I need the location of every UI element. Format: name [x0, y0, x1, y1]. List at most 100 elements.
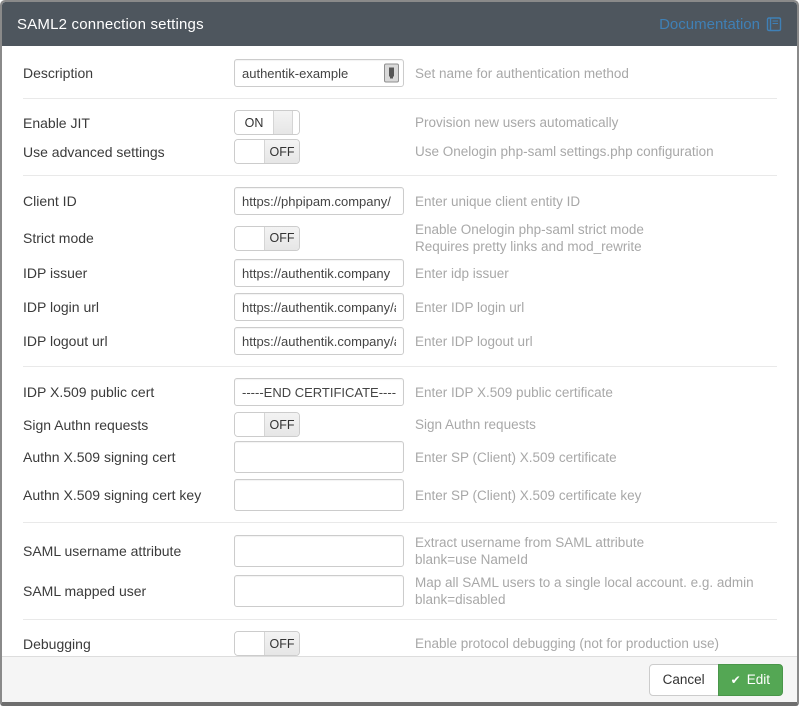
field-label-idp-x-509-public-cert: IDP X.509 public cert: [23, 384, 234, 400]
hint-line: Enter SP (Client) X.509 certificate: [415, 449, 617, 466]
hint-line: Enable protocol debugging (not for produ…: [415, 635, 719, 652]
form-row-strict-mode: Strict mode OFF Enable Onelogin php-saml s…: [23, 221, 777, 255]
debugging-toggle[interactable]: OFF: [234, 631, 300, 656]
extension-icon[interactable]: [384, 64, 399, 83]
enable-jit-toggle[interactable]: ON: [234, 110, 300, 135]
toggle-state-label: OFF: [264, 227, 299, 250]
client-id-input[interactable]: [234, 187, 404, 215]
authn-x-509-signing-cert-key-input[interactable]: [234, 479, 404, 511]
hint-line: Enter IDP logout url: [415, 333, 533, 350]
hint-line: Enter idp issuer: [415, 265, 509, 282]
field-label-strict-mode: Strict mode: [23, 230, 234, 246]
form-row-enable-jit: Enable JITON Provision new users automati…: [23, 110, 777, 135]
hint-line: Map all SAML users to a single local acc…: [415, 574, 754, 591]
field-hint-saml-mapped-user: Map all SAML users to a single local acc…: [415, 574, 754, 608]
form-row-idp-logout-url: IDP logout url Enter IDP logout url: [23, 327, 777, 355]
cancel-button[interactable]: Cancel: [649, 664, 719, 696]
hint-line: Use Onelogin php-saml settings.php confi…: [415, 143, 714, 160]
hint-line: Enable Onelogin php-saml strict mode: [415, 221, 644, 238]
toggle-state-label: OFF: [264, 140, 299, 163]
description-input[interactable]: [234, 59, 404, 87]
form-row-use-advanced-settings: Use advanced settings OFF Use Onelogin php…: [23, 139, 777, 164]
field-label-idp-issuer: IDP issuer: [23, 265, 234, 281]
field-label-saml-username-attribute: SAML username attribute: [23, 543, 234, 559]
saml-username-attribute-input[interactable]: [234, 535, 404, 567]
toggle-handle[interactable]: [235, 227, 264, 250]
form-row-saml-username-attribute: SAML username attribute Extract username …: [23, 534, 777, 568]
field-hint-idp-login-url: Enter IDP login url: [415, 299, 524, 316]
toggle-state-label: ON: [235, 111, 273, 134]
documentation-link-label: Documentation: [659, 16, 760, 33]
field-hint-enable-jit: Provision new users automatically: [415, 114, 618, 131]
toggle-state-label: OFF: [264, 632, 299, 655]
toggle-handle[interactable]: [235, 140, 264, 163]
form-row-idp-x-509-public-cert: IDP X.509 public cert Enter IDP X.509 pub…: [23, 378, 777, 406]
field-hint-authn-x-509-signing-cert: Enter SP (Client) X.509 certificate: [415, 449, 617, 466]
field-hint-authn-x-509-signing-cert-key: Enter SP (Client) X.509 certificate key: [415, 487, 641, 504]
field-label-debugging: Debugging: [23, 636, 234, 652]
dialog-footer: Cancel ✔Edit: [2, 656, 797, 702]
idp-logout-url-input[interactable]: [234, 327, 404, 355]
field-label-idp-login-url: IDP login url: [23, 299, 234, 315]
sign-authn-requests-toggle[interactable]: OFF: [234, 412, 300, 437]
field-label-enable-jit: Enable JIT: [23, 115, 234, 131]
dialog-header: SAML2 connection settings Documentation: [2, 2, 797, 46]
field-hint-strict-mode: Enable Onelogin php-saml strict modeRequ…: [415, 221, 644, 255]
authn-x-509-signing-cert-input[interactable]: [234, 441, 404, 473]
field-label-saml-mapped-user: SAML mapped user: [23, 583, 234, 599]
field-hint-saml-username-attribute: Extract username from SAML attributeblan…: [415, 534, 644, 568]
hint-line: Enter SP (Client) X.509 certificate key: [415, 487, 641, 504]
toggle-track: [293, 111, 299, 134]
form-row-sign-authn-requests: Sign Authn requestsOFFSign Authn request…: [23, 412, 777, 437]
section-divider: [23, 98, 777, 99]
saml-mapped-user-input[interactable]: [234, 575, 404, 607]
hint-line: Enter IDP X.509 public certificate: [415, 384, 613, 401]
hint-line: Provision new users automatically: [415, 114, 618, 131]
form-row-authn-x-509-signing-cert-key: Authn X.509 signing cert key Enter SP (Cl…: [23, 479, 777, 511]
field-hint-client-id: Enter unique client entity ID: [415, 193, 580, 210]
hint-line: Enter unique client entity ID: [415, 193, 580, 210]
hint-line: Set name for authentication method: [415, 65, 629, 82]
field-label-use-advanced-settings: Use advanced settings: [23, 144, 234, 160]
field-label-client-id: Client ID: [23, 193, 234, 209]
toggle-handle[interactable]: [235, 413, 264, 436]
hint-line: Enter IDP login url: [415, 299, 524, 316]
field-hint-use-advanced-settings: Use Onelogin php-saml settings.php confi…: [415, 143, 714, 160]
field-hint-idp-issuer: Enter idp issuer: [415, 265, 509, 282]
idp-login-url-input[interactable]: [234, 293, 404, 321]
hint-line: Extract username from SAML attribute: [415, 534, 644, 551]
section-divider: [23, 522, 777, 523]
form-row-client-id: Client ID Enter unique client entity ID: [23, 187, 777, 215]
toggle-handle[interactable]: [273, 111, 293, 134]
field-hint-debugging: Enable protocol debugging (not for produ…: [415, 635, 719, 652]
use-advanced-settings-toggle[interactable]: OFF: [234, 139, 300, 164]
edit-button[interactable]: ✔Edit: [718, 664, 783, 696]
saml2-settings-dialog: SAML2 connection settings Documentation …: [0, 0, 799, 706]
field-hint-idp-logout-url: Enter IDP logout url: [415, 333, 533, 350]
hint-line: Requires pretty links and mod_rewrite: [415, 238, 644, 255]
toggle-state-label: OFF: [264, 413, 299, 436]
field-label-authn-x-509-signing-cert-key: Authn X.509 signing cert key: [23, 487, 234, 503]
idp-issuer-input[interactable]: [234, 259, 404, 287]
section-divider: [23, 619, 777, 620]
form-row-authn-x-509-signing-cert: Authn X.509 signing certEnter SP (Client…: [23, 441, 777, 473]
field-label-description: Description: [23, 65, 234, 81]
section-divider: [23, 366, 777, 367]
hint-line: Sign Authn requests: [415, 416, 536, 433]
field-label-idp-logout-url: IDP logout url: [23, 333, 234, 349]
idp-x-509-public-cert-input[interactable]: [234, 378, 404, 406]
hint-line: blank=disabled: [415, 591, 754, 608]
edit-button-label: Edit: [747, 672, 770, 687]
field-hint-idp-x-509-public-cert: Enter IDP X.509 public certificate: [415, 384, 613, 401]
documentation-link[interactable]: Documentation: [659, 16, 782, 33]
settings-form: Description Set name for authentication m…: [2, 46, 797, 656]
field-hint-sign-authn-requests: Sign Authn requests: [415, 416, 536, 433]
form-row-debugging: Debugging OFF Enable protocol debugging (n…: [23, 631, 777, 656]
form-row-saml-mapped-user: SAML mapped user Map all SAML users to a …: [23, 574, 777, 608]
hint-line: blank=use NameId: [415, 551, 644, 568]
section-divider: [23, 175, 777, 176]
toggle-handle[interactable]: [235, 632, 264, 655]
extension-glyph: [389, 68, 394, 77]
field-hint-description: Set name for authentication method: [415, 65, 629, 82]
strict-mode-toggle[interactable]: OFF: [234, 226, 300, 251]
